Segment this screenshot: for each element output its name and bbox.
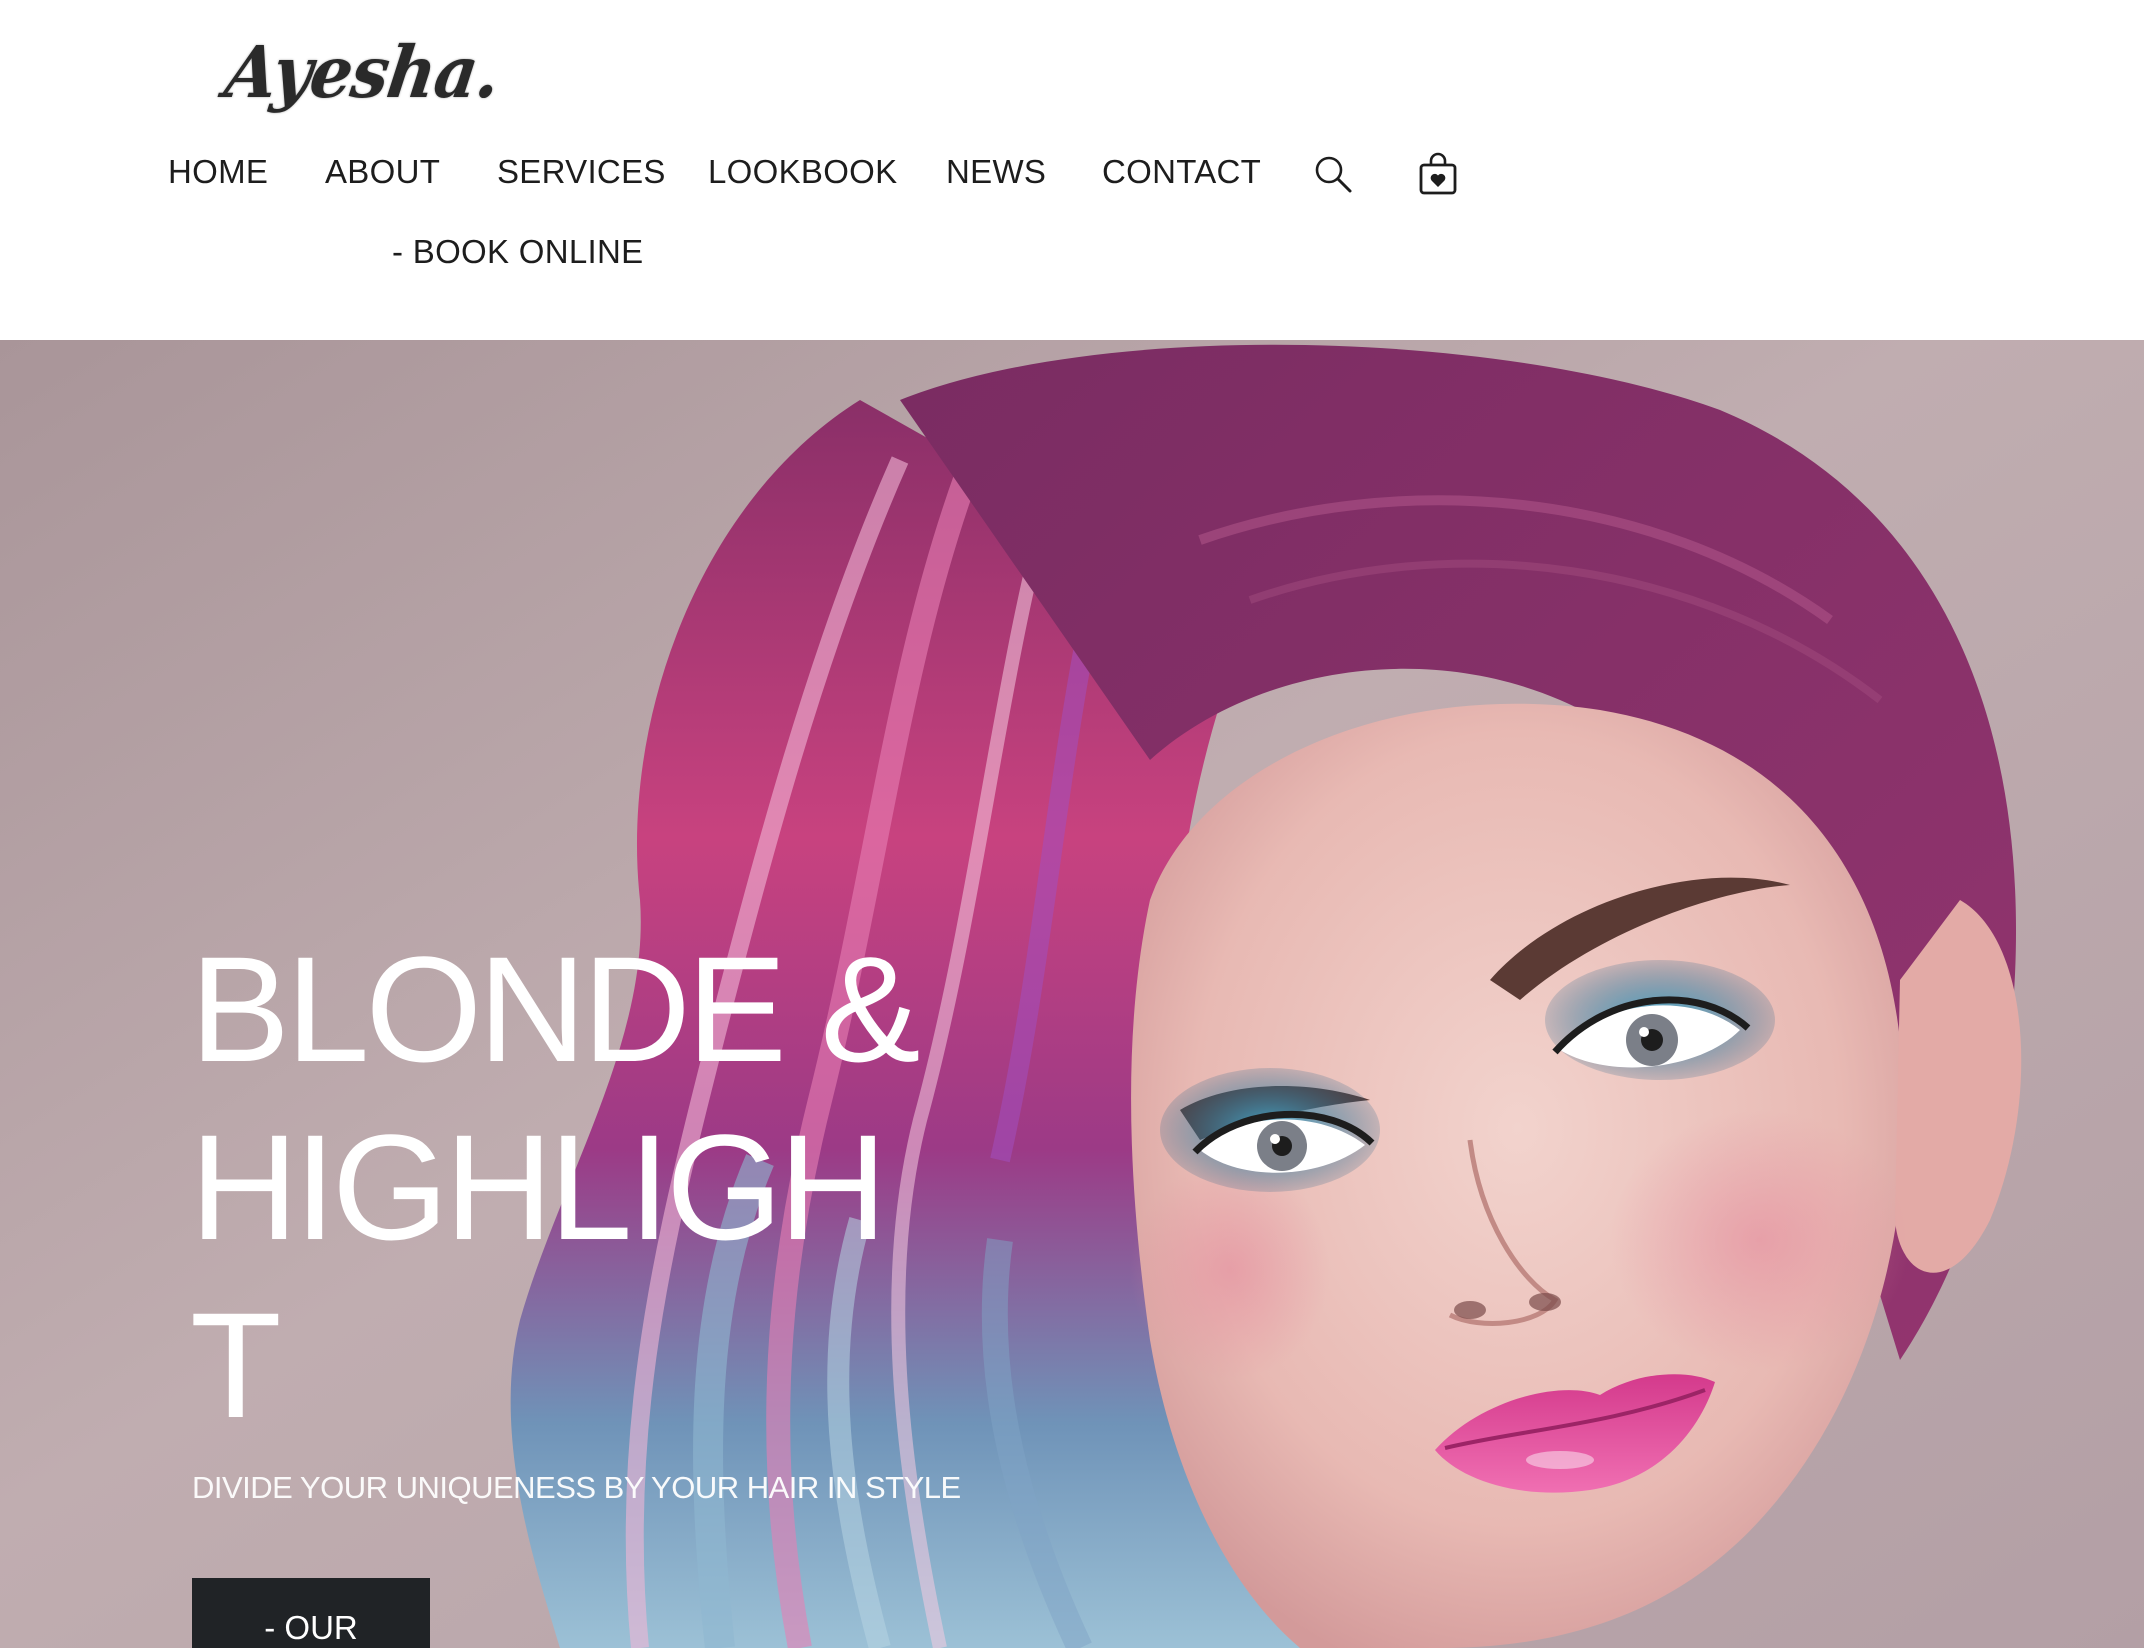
hero-subtitle: DIVIDE YOUR UNIQUENESS BY YOUR HAIR IN S…	[192, 1470, 961, 1505]
nav-item-book-online[interactable]: - BOOK ONLINE	[392, 233, 643, 271]
nav-item-lookbook[interactable]: LOOKBOOK	[708, 153, 897, 191]
nav-item-about[interactable]: ABOUT	[325, 153, 440, 191]
our-services-button[interactable]: - OUR	[192, 1578, 430, 1648]
main-nav: HOME ABOUT SERVICES LOOKBOOK NEWS CONTAC…	[0, 0, 2144, 340]
hero-banner: BLONDE & HIGHLIGHT DIVIDE YOUR UNIQUENES…	[0, 340, 2144, 1648]
site-header: Ayesha. HOME ABOUT SERVICES LOOKBOOK NEW…	[0, 0, 2144, 340]
page: Ayesha. HOME ABOUT SERVICES LOOKBOOK NEW…	[0, 0, 2144, 1648]
nav-item-services[interactable]: SERVICES	[497, 153, 666, 191]
nav-item-contact[interactable]: CONTACT	[1102, 153, 1261, 191]
nav-item-news[interactable]: NEWS	[946, 153, 1046, 191]
shopping-bag-icon[interactable]	[1418, 152, 1458, 201]
nav-item-home[interactable]: HOME	[168, 153, 268, 191]
hero-title: BLONDE & HIGHLIGHT	[190, 925, 921, 1449]
search-icon[interactable]	[1313, 154, 1353, 199]
